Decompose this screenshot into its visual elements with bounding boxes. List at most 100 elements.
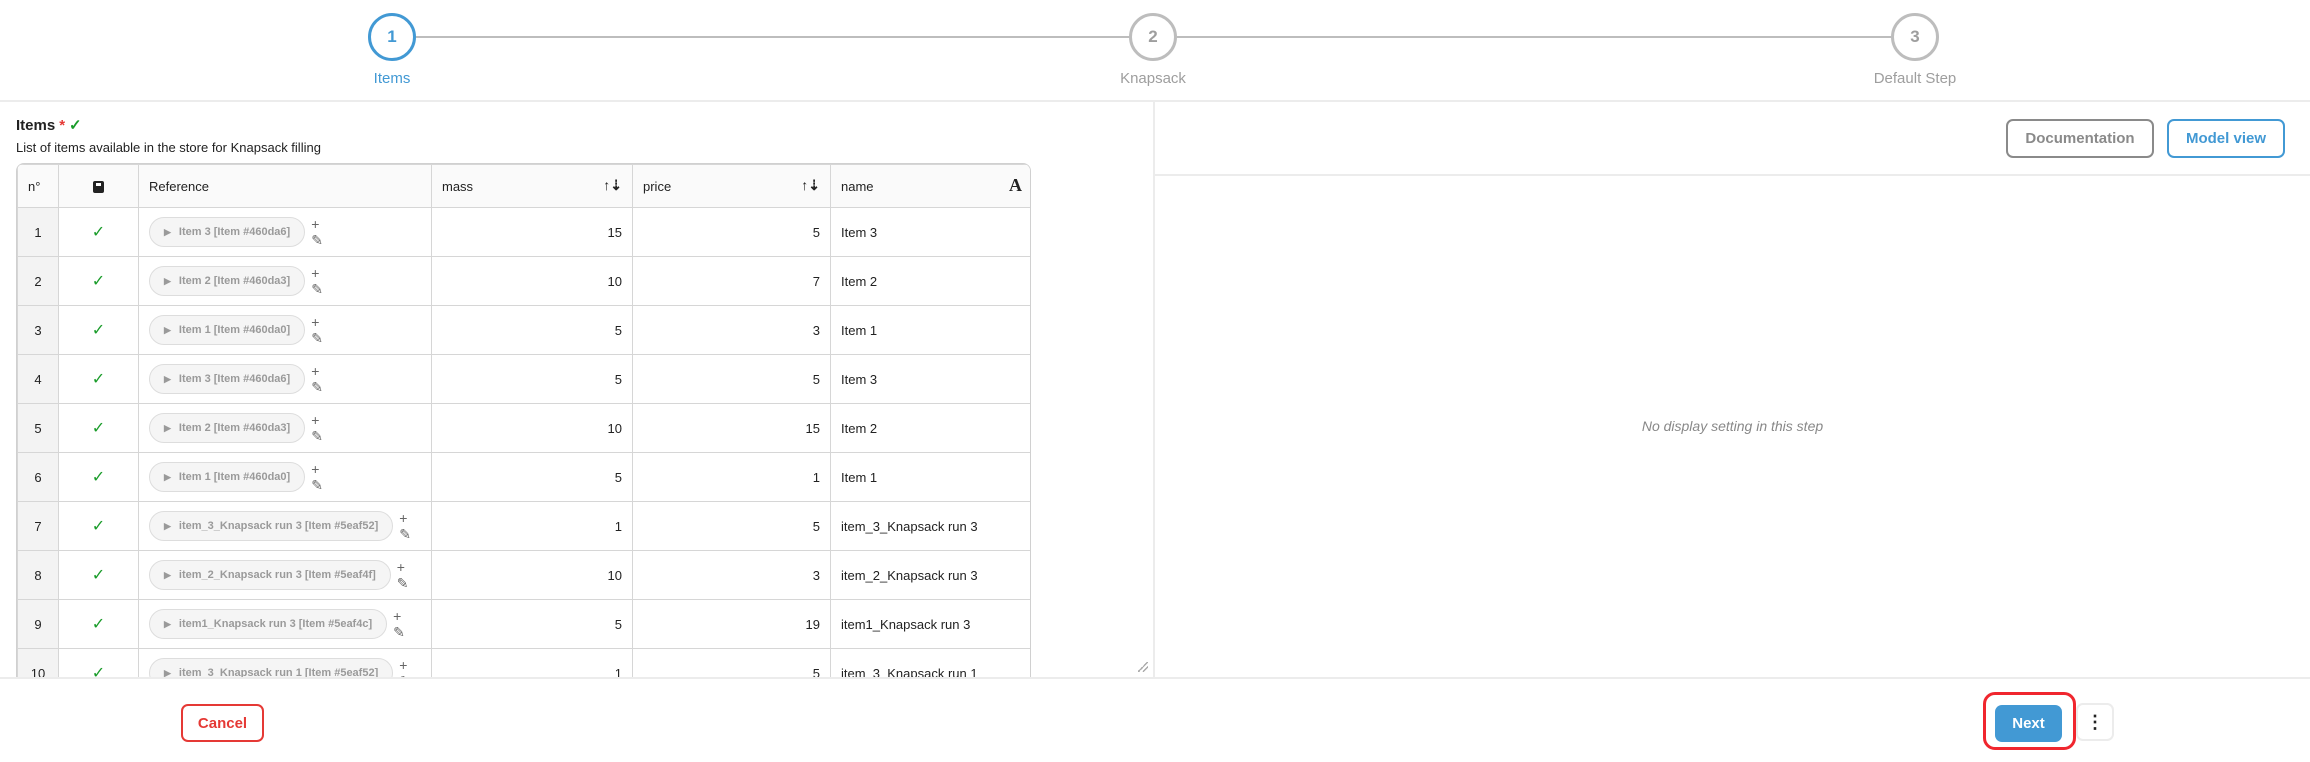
price-cell[interactable]: 7 <box>632 256 831 306</box>
header-price[interactable]: price ↑⇣ <box>632 164 831 208</box>
table-row[interactable]: 5 ✓ ▶ Item 2 [Item #460da3] + ✎ 10 15 Item … <box>17 403 1030 453</box>
mass-cell[interactable]: 10 <box>431 256 633 306</box>
edit-pencil-icon[interactable]: ✎ <box>311 428 323 444</box>
price-cell[interactable]: 15 <box>632 403 831 453</box>
mass-cell[interactable]: 10 <box>431 550 633 600</box>
saved-check-icon: ✓ <box>58 550 139 600</box>
mass-cell[interactable]: 5 <box>431 452 633 502</box>
add-icon[interactable]: + <box>311 461 323 477</box>
add-icon[interactable]: + <box>311 363 323 379</box>
price-cell[interactable]: 19 <box>632 599 831 649</box>
add-icon[interactable]: + <box>311 412 323 428</box>
step-connector <box>1177 36 1891 38</box>
price-cell[interactable]: 5 <box>632 648 831 677</box>
cursor-icon: ▶ <box>164 569 171 580</box>
table-row[interactable]: 4 ✓ ▶ Item 3 [Item #460da6] + ✎ 5 5 Item 3 <box>17 354 1030 404</box>
saved-check-icon: ✓ <box>58 599 139 649</box>
table-row[interactable]: 2 ✓ ▶ Item 2 [Item #460da3] + ✎ 10 7 Item 2 <box>17 256 1030 306</box>
edit-pencil-icon[interactable]: ✎ <box>311 330 323 346</box>
add-icon[interactable]: + <box>393 608 405 624</box>
cursor-icon: ▶ <box>164 275 171 286</box>
add-icon[interactable]: + <box>397 559 409 575</box>
reference-chip[interactable]: ▶ Item 2 [Item #460da3] <box>149 266 306 296</box>
mass-cell[interactable]: 5 <box>431 354 633 404</box>
header-mass[interactable]: mass ↑⇣ <box>431 164 633 208</box>
add-icon[interactable]: + <box>311 314 323 330</box>
price-cell[interactable]: 5 <box>632 207 831 257</box>
sort-numeric-icon[interactable]: ↑⇣ <box>603 177 622 194</box>
edit-pencil-icon[interactable]: ✎ <box>399 526 411 542</box>
mass-cell[interactable]: 15 <box>431 207 633 257</box>
price-cell[interactable]: 1 <box>632 452 831 502</box>
reference-chip[interactable]: ▶ item1_Knapsack run 3 [Item #5eaf4c] <box>149 609 388 639</box>
sort-numeric-icon[interactable]: ↑⇣ <box>801 177 820 194</box>
table-row[interactable]: 10 ✓ ▶ item_3_Knapsack run 1 [Item #5eaf5… <box>17 648 1030 677</box>
edit-pencil-icon[interactable]: ✎ <box>311 477 323 493</box>
reference-chip[interactable]: ▶ Item 1 [Item #460da0] <box>149 462 306 492</box>
name-cell[interactable]: Item 1 <box>830 305 1030 355</box>
reference-chip[interactable]: ▶ Item 1 [Item #460da0] <box>149 315 306 345</box>
mass-cell[interactable]: 1 <box>431 501 633 551</box>
price-cell[interactable]: 3 <box>632 550 831 600</box>
cursor-icon: ▶ <box>164 324 171 335</box>
add-icon[interactable]: + <box>399 657 411 673</box>
price-cell[interactable]: 3 <box>632 305 831 355</box>
reference-chip[interactable]: ▶ item_3_Knapsack run 3 [Item #5eaf52] <box>149 511 394 541</box>
more-options-button[interactable]: ⋮ <box>2076 703 2114 741</box>
table-row[interactable]: 9 ✓ ▶ item1_Knapsack run 3 [Item #5eaf4c]… <box>17 599 1030 649</box>
header-mass-label: mass <box>442 178 474 194</box>
reference-chip[interactable]: ▶ Item 3 [Item #460da6] <box>149 217 306 247</box>
resize-handle[interactable] <box>1138 662 1148 672</box>
reference-cell: ▶ Item 3 [Item #460da6] + ✎ <box>138 354 432 404</box>
reference-chip[interactable]: ▶ Item 2 [Item #460da3] <box>149 413 306 443</box>
table-row[interactable]: 6 ✓ ▶ Item 1 [Item #460da0] + ✎ 5 1 Item 1 <box>17 452 1030 502</box>
field-title: Items * ✓ <box>16 116 82 134</box>
add-icon[interactable]: + <box>399 510 411 526</box>
field-description: List of items available in the store for… <box>16 140 321 155</box>
reference-text: Item 3 [Item #460da6] <box>178 373 291 385</box>
price-cell[interactable]: 5 <box>632 354 831 404</box>
add-icon[interactable]: + <box>311 216 323 232</box>
row-index: 10 <box>17 648 59 677</box>
name-cell[interactable]: item_3_Knapsack run 3 <box>830 501 1030 551</box>
add-icon[interactable]: + <box>311 265 323 281</box>
step-3-circle[interactable]: 3 <box>1891 13 1939 61</box>
model-view-button[interactable]: Model view <box>2167 119 2285 158</box>
reference-cell: ▶ item_2_Knapsack run 3 [Item #5eaf4f] + ✎ <box>138 550 432 600</box>
items-table[interactable]: n° Reference mass ↑⇣ price ↑⇣ name A 1 ✓ ▶ I… <box>16 163 1031 677</box>
step-1-circle[interactable]: 1 <box>368 13 416 61</box>
price-cell[interactable]: 5 <box>632 501 831 551</box>
edit-pencil-icon[interactable]: ✎ <box>393 624 405 640</box>
edit-pencil-icon[interactable]: ✎ <box>311 232 323 248</box>
edit-pencil-icon[interactable]: ✎ <box>311 281 323 297</box>
mass-cell[interactable]: 1 <box>431 648 633 677</box>
step-2-circle[interactable]: 2 <box>1129 13 1177 61</box>
name-cell[interactable]: Item 3 <box>830 207 1030 257</box>
next-button[interactable]: Next <box>1995 705 2062 742</box>
table-row[interactable]: 1 ✓ ▶ Item 3 [Item #460da6] + ✎ 15 5 Item 3 <box>17 207 1030 257</box>
mass-cell[interactable]: 10 <box>431 403 633 453</box>
name-cell[interactable]: item_2_Knapsack run 3 <box>830 550 1030 600</box>
cursor-icon: ▶ <box>164 618 171 629</box>
name-cell[interactable]: item1_Knapsack run 3 <box>830 599 1030 649</box>
name-cell[interactable]: Item 3 <box>830 354 1030 404</box>
row-index: 2 <box>17 256 59 306</box>
edit-pencil-icon[interactable]: ✎ <box>311 379 323 395</box>
table-row[interactable]: 8 ✓ ▶ item_2_Knapsack run 3 [Item #5eaf4f… <box>17 550 1030 600</box>
name-cell[interactable]: Item 2 <box>830 256 1030 306</box>
cancel-button[interactable]: Cancel <box>181 704 264 742</box>
mass-cell[interactable]: 5 <box>431 305 633 355</box>
reference-chip[interactable]: ▶ item_2_Knapsack run 3 [Item #5eaf4f] <box>149 560 391 590</box>
table-row[interactable]: 3 ✓ ▶ Item 1 [Item #460da0] + ✎ 5 3 Item 1 <box>17 305 1030 355</box>
documentation-button[interactable]: Documentation <box>2006 119 2154 158</box>
reference-chip[interactable]: ▶ item_3_Knapsack run 1 [Item #5eaf52] <box>149 658 394 677</box>
edit-pencil-icon[interactable]: ✎ <box>397 575 409 591</box>
header-name[interactable]: name A <box>830 164 1030 208</box>
mass-cell[interactable]: 5 <box>431 599 633 649</box>
name-cell[interactable]: Item 2 <box>830 403 1030 453</box>
table-row[interactable]: 7 ✓ ▶ item_3_Knapsack run 3 [Item #5eaf52… <box>17 501 1030 551</box>
name-cell[interactable]: item_3_Knapsack run 1 <box>830 648 1030 677</box>
header-reference[interactable]: Reference <box>138 164 432 208</box>
name-cell[interactable]: Item 1 <box>830 452 1030 502</box>
reference-chip[interactable]: ▶ Item 3 [Item #460da6] <box>149 364 306 394</box>
